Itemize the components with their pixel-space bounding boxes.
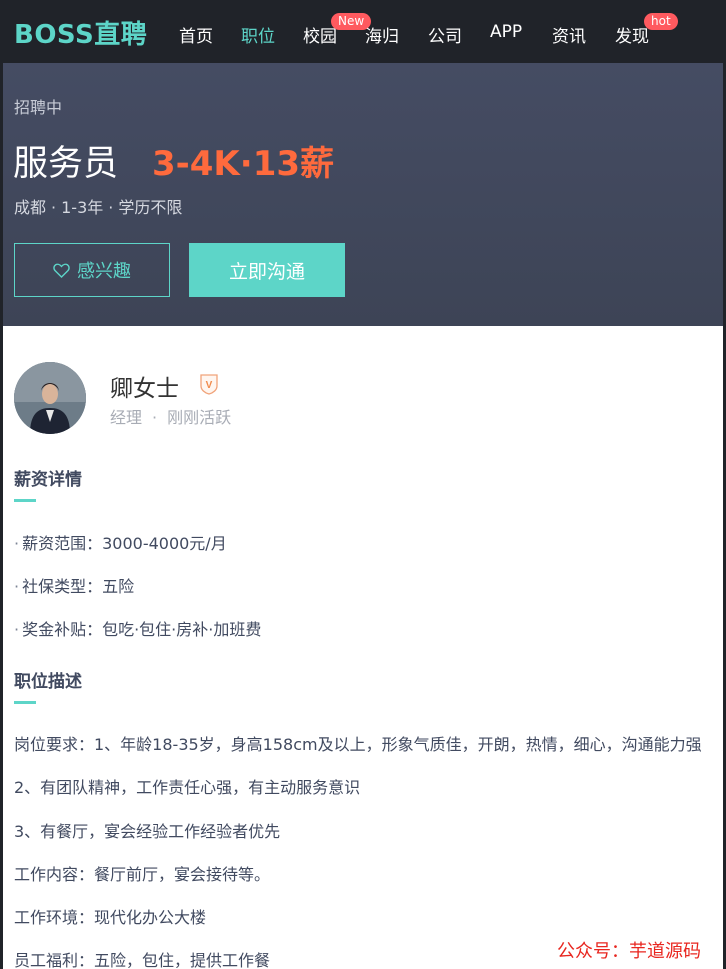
boss-logo[interactable]: BOSS直聘	[14, 14, 147, 51]
description-line: 2、有团队精神，工作责任心强，有主动服务意识	[14, 778, 361, 797]
section-underline	[14, 701, 36, 704]
job-title: 服务员	[13, 144, 119, 184]
list-bullet: ·	[14, 577, 20, 596]
list-bullet: ·	[14, 620, 20, 639]
job-education: 学历不限	[118, 198, 183, 217]
description-line: 岗位要求：1、年龄18-35岁，身高158cm及以上，形象气质佳，开朗，热情，细…	[14, 735, 702, 754]
section-underline	[14, 499, 36, 502]
insurance-type-text: 社保类型：五险	[22, 577, 135, 596]
nav-item-news[interactable]: 资讯	[552, 22, 586, 47]
interest-button[interactable]: 感兴趣	[14, 243, 170, 297]
salary-detail-item: · 奖金补贴：包吃·包住·房补·加班费	[14, 616, 261, 640]
salary-detail-item: · 薪资范围：3000-4000元/月	[14, 530, 227, 554]
nav-item-jobs[interactable]: 职位	[241, 22, 275, 47]
job-meta: 成都 · 1-3年 · 学历不限	[14, 194, 182, 218]
job-salary: 3-4K·13薪	[152, 144, 335, 184]
job-city: 成都	[14, 198, 47, 217]
description-line: 员工福利：五险，包住，提供工作餐	[14, 951, 271, 969]
top-navigation-bar: BOSS直聘 首页 职位 校园 New 海归 公司 APP 资讯 发现 hot	[0, 0, 726, 63]
description-section-title: 职位描述	[14, 672, 82, 692]
verified-badge-icon: V	[200, 374, 218, 395]
description-line: 工作内容：餐厅前厅，宴会接待等。	[14, 865, 271, 884]
nav-item-company[interactable]: 公司	[428, 22, 462, 47]
nav-item-app[interactable]: APP	[490, 22, 522, 42]
recruiter-activity: 刚刚活跃	[167, 408, 232, 427]
salary-section-title: 薪资详情	[14, 470, 82, 490]
recruiter-name: 卿女士	[110, 376, 179, 402]
description-line: 3、有餐厅，宴会经验工作经验者优先	[14, 822, 281, 841]
nav-item-discover[interactable]: 发现	[615, 22, 649, 47]
verified-badge-letter: V	[206, 380, 213, 391]
recruiter-role: 经理	[110, 408, 143, 427]
meta-separator: ·	[51, 198, 57, 217]
chat-now-button-label: 立即沟通	[228, 260, 305, 283]
recruiter-separator: ·	[152, 408, 158, 427]
list-bullet: ·	[14, 534, 20, 553]
avatar	[14, 362, 86, 434]
chat-now-button[interactable]: 立即沟通	[189, 243, 345, 297]
watermark: 公众号：芋道源码	[557, 941, 701, 962]
salary-detail-item: · 社保类型：五险	[14, 573, 134, 597]
job-experience: 1-3年	[61, 198, 104, 217]
person-icon	[14, 362, 86, 434]
meta-separator: ·	[108, 198, 114, 217]
recruiter-subtitle: 经理 · 刚刚活跃	[110, 404, 231, 428]
bonus-allowance-text: 奖金补贴：包吃·包住·房补·加班费	[22, 620, 262, 639]
nav-badge-hot: hot	[644, 13, 678, 30]
interest-button-label: 感兴趣	[77, 261, 131, 282]
job-status: 招聘中	[14, 98, 63, 117]
nav-item-home[interactable]: 首页	[179, 22, 213, 47]
nav-item-overseas[interactable]: 海归	[365, 22, 399, 47]
job-header: 招聘中 服务员 3-4K·13薪 成都 · 1-3年 · 学历不限 感兴趣 立即沟通	[3, 63, 723, 326]
description-line: 工作环境：现代化办公大楼	[14, 908, 207, 927]
heart-icon	[53, 263, 70, 278]
salary-range-text: 薪资范围：3000-4000元/月	[22, 534, 227, 553]
